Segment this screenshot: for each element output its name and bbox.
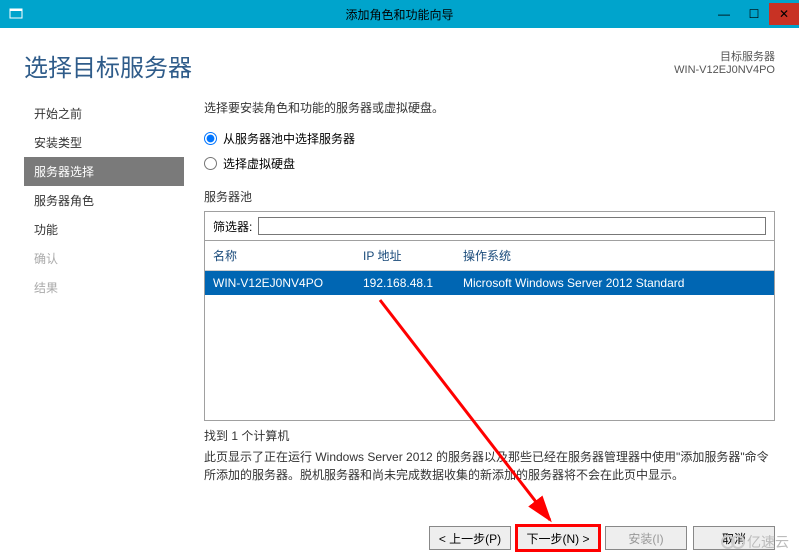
next-button[interactable]: 下一步(N) > — [517, 526, 599, 550]
server-table: 名称 IP 地址 操作系统 WIN-V12EJ0NV4PO 192.168.48… — [204, 241, 775, 421]
nav-server-roles[interactable]: 服务器角色 — [24, 186, 184, 215]
target-info: 目标服务器 WIN-V12EJ0NV4PO — [674, 48, 775, 83]
close-button[interactable]: ✕ — [769, 3, 799, 25]
maximize-button[interactable]: ☐ — [739, 3, 769, 25]
server-pool-title: 服务器池 — [204, 188, 775, 205]
filter-input[interactable] — [258, 217, 766, 235]
col-os-header[interactable]: 操作系统 — [463, 247, 766, 264]
target-name: WIN-V12EJ0NV4PO — [674, 64, 775, 76]
content: 开始之前 安装类型 服务器选择 服务器角色 功能 确认 结果 选择要安装角色和功… — [0, 93, 799, 493]
radio-server-pool[interactable]: 从服务器池中选择服务器 — [204, 130, 775, 147]
nav-results: 结果 — [24, 273, 184, 302]
header: 选择目标服务器 目标服务器 WIN-V12EJ0NV4PO — [0, 28, 799, 93]
window-title: 添加角色和功能向导 — [345, 6, 453, 23]
filter-label: 筛选器: — [213, 218, 252, 235]
minimize-button[interactable]: — — [709, 3, 739, 25]
radio-vhd-label: 选择虚拟硬盘 — [223, 155, 295, 172]
cell-os: Microsoft Windows Server 2012 Standard — [463, 276, 766, 290]
wizard-footer: < 上一步(P) 下一步(N) > 安装(I) 取消 — [429, 526, 775, 550]
nav-features[interactable]: 功能 — [24, 215, 184, 244]
page-title: 选择目标服务器 — [24, 48, 192, 83]
wizard-nav: 开始之前 安装类型 服务器选择 服务器角色 功能 确认 结果 — [24, 93, 184, 493]
table-header: 名称 IP 地址 操作系统 — [205, 241, 774, 271]
radio-vhd[interactable]: 选择虚拟硬盘 — [204, 155, 775, 172]
col-ip-header[interactable]: IP 地址 — [363, 247, 463, 264]
prev-button[interactable]: < 上一步(P) — [429, 526, 511, 550]
description-text: 此页显示了正在运行 Windows Server 2012 的服务器以及那些已经… — [204, 448, 775, 484]
cell-ip: 192.168.48.1 — [363, 276, 463, 290]
filter-row: 筛选器: — [204, 211, 775, 241]
target-label: 目标服务器 — [674, 48, 775, 64]
radio-vhd-input[interactable] — [204, 157, 217, 170]
main-panel: 选择要安装角色和功能的服务器或虚拟硬盘。 从服务器池中选择服务器 选择虚拟硬盘 … — [184, 93, 775, 493]
app-icon — [6, 4, 26, 24]
found-count: 找到 1 个计算机 — [204, 427, 775, 444]
nav-server-selection[interactable]: 服务器选择 — [24, 157, 184, 186]
install-button: 安装(I) — [605, 526, 687, 550]
window-controls: — ☐ ✕ — [709, 3, 799, 25]
titlebar: 添加角色和功能向导 — ☐ ✕ — [0, 0, 799, 28]
col-name-header[interactable]: 名称 — [213, 247, 363, 264]
radio-server-pool-label: 从服务器池中选择服务器 — [223, 130, 355, 147]
nav-confirmation: 确认 — [24, 244, 184, 273]
table-row[interactable]: WIN-V12EJ0NV4PO 192.168.48.1 Microsoft W… — [205, 271, 774, 295]
nav-install-type[interactable]: 安装类型 — [24, 128, 184, 157]
cell-name: WIN-V12EJ0NV4PO — [213, 276, 363, 290]
radio-server-pool-input[interactable] — [204, 132, 217, 145]
cancel-button[interactable]: 取消 — [693, 526, 775, 550]
instruction-text: 选择要安装角色和功能的服务器或虚拟硬盘。 — [204, 99, 775, 116]
nav-before-begin[interactable]: 开始之前 — [24, 99, 184, 128]
